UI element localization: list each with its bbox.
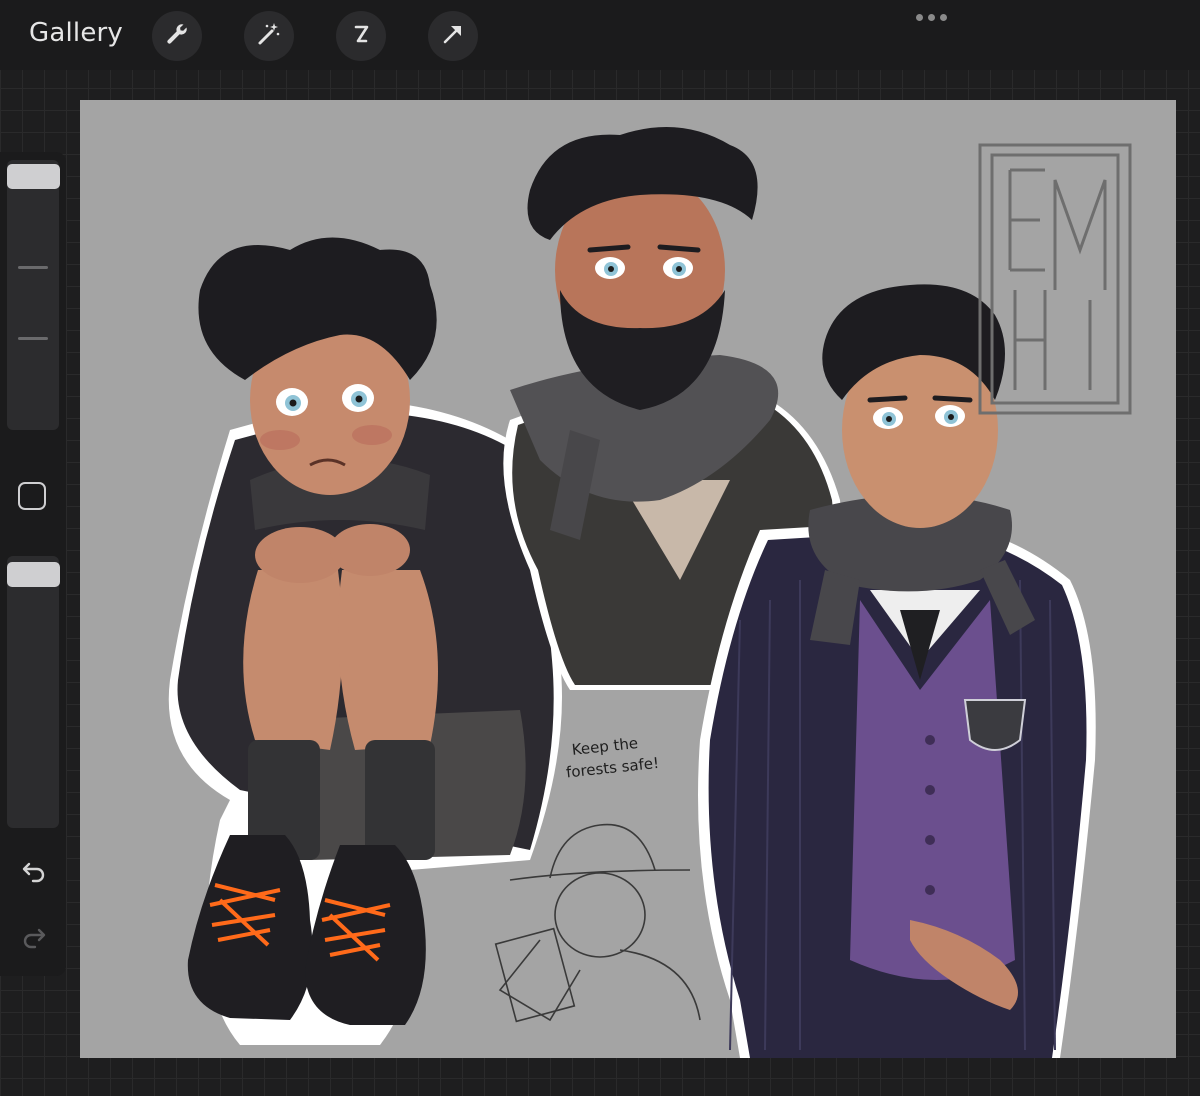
ellipsis-icon xyxy=(916,14,923,21)
selection-button[interactable] xyxy=(336,11,386,61)
selection-icon xyxy=(347,20,375,53)
actions-button[interactable] xyxy=(152,11,202,61)
gallery-button[interactable]: Gallery xyxy=(29,18,123,48)
artwork: Keep the forests safe! xyxy=(168,127,1132,1058)
slider-tick xyxy=(18,266,48,269)
modify-square-icon[interactable] xyxy=(18,482,46,510)
magic-wand-icon xyxy=(255,20,283,53)
drawing-canvas[interactable]: Keep the forests safe! xyxy=(80,100,1176,1058)
wrench-icon xyxy=(163,20,191,53)
opacity-thumb[interactable] xyxy=(7,562,60,587)
slider-tick xyxy=(18,337,48,340)
redo-icon[interactable] xyxy=(20,922,48,950)
brush-size-thumb[interactable] xyxy=(7,164,60,189)
brush-size-slider[interactable] xyxy=(7,160,59,430)
adjustments-button[interactable] xyxy=(244,11,294,61)
transform-arrow-icon xyxy=(439,20,467,53)
top-toolbar: Gallery xyxy=(0,0,1200,70)
left-sidebar xyxy=(0,152,66,976)
more-button[interactable] xyxy=(916,14,947,21)
transform-button[interactable] xyxy=(428,11,478,61)
handwritten-note: Keep the forests safe! xyxy=(565,734,660,781)
svg-text:Keep the: Keep the xyxy=(571,734,639,759)
undo-icon[interactable] xyxy=(20,856,48,884)
opacity-slider[interactable] xyxy=(7,556,59,828)
sitting-boy-figure xyxy=(168,237,562,1045)
